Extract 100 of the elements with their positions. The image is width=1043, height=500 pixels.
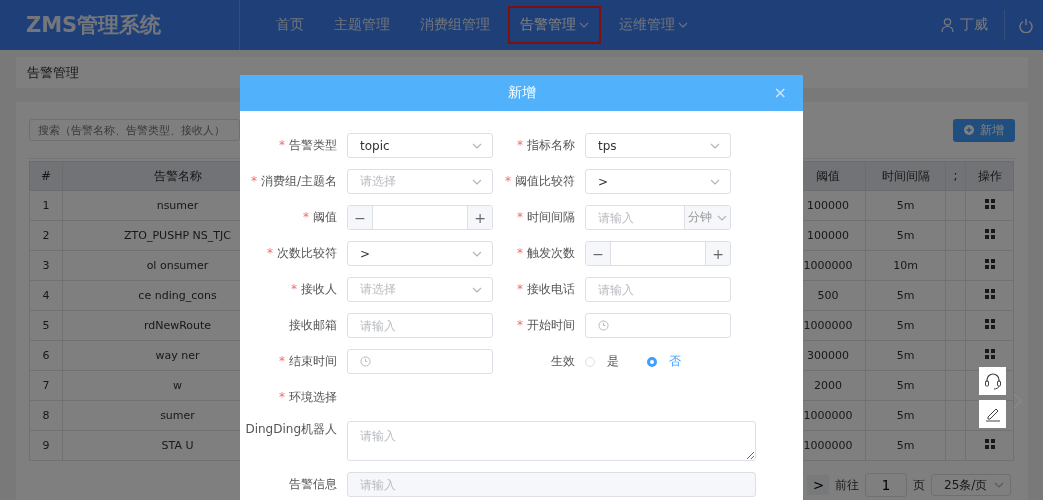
chevron-down-icon — [472, 286, 482, 293]
select-field[interactable]: 请选择 — [347, 277, 493, 302]
required-mark: * — [517, 246, 523, 260]
table-cell: 5m — [865, 280, 946, 311]
required-mark: * — [517, 282, 523, 296]
next-page-button[interactable]: > — [807, 475, 829, 495]
required-mark: * — [279, 354, 285, 368]
close-button[interactable]: × — [773, 83, 787, 102]
chevron-down-icon — [472, 250, 482, 257]
column-header: # — [29, 161, 63, 191]
grid-icon[interactable] — [984, 259, 995, 269]
plus-circle-icon — [964, 125, 974, 135]
interval-field[interactable]: 请输入 分钟 — [585, 205, 731, 230]
user-icon — [941, 18, 954, 32]
clock-icon — [360, 356, 371, 367]
select-field[interactable]: > — [347, 241, 493, 266]
nav-item[interactable]: 告警管理 — [508, 6, 601, 44]
grid-icon[interactable] — [984, 439, 995, 449]
chevron-down-icon — [994, 482, 1004, 488]
table-cell: 6 — [29, 340, 63, 371]
nav-item[interactable]: 消费组管理 — [408, 6, 502, 44]
required-mark: * — [291, 282, 297, 296]
edit-button[interactable] — [979, 400, 1006, 428]
radio-option[interactable]: 否 — [647, 353, 681, 370]
required-mark: * — [517, 318, 523, 332]
column-header: 时间间隔 — [865, 161, 946, 191]
field-label: 时间间隔 — [527, 210, 575, 224]
goto-label: 前往 — [835, 476, 859, 494]
grid-icon[interactable] — [984, 349, 995, 359]
field-label: 生效 — [551, 354, 575, 368]
table-cell: 4 — [29, 280, 63, 311]
select-field[interactable]: > — [585, 169, 731, 194]
clock-icon — [598, 320, 609, 331]
table-cell: 3 — [29, 250, 63, 281]
select-field[interactable]: tps — [585, 133, 731, 158]
table-cell: 1 — [29, 190, 63, 221]
nav-item[interactable]: 首页 — [264, 6, 316, 44]
table-cell: 9 — [29, 430, 63, 461]
required-mark: * — [279, 138, 285, 152]
table-cell: 8 — [29, 400, 63, 431]
page-title: 告警管理 — [27, 63, 79, 82]
required-mark: * — [517, 138, 523, 152]
column-header: 操作 — [965, 161, 1014, 191]
unit-select[interactable]: 分钟 — [684, 206, 730, 229]
grid-icon[interactable] — [984, 289, 995, 299]
select-field[interactable]: 请选择 — [347, 169, 493, 194]
grid-icon[interactable] — [984, 319, 995, 329]
dialog-title: 新增 — [507, 84, 536, 102]
field-label: 阈值 — [313, 210, 337, 224]
table-cell: 5 — [29, 310, 63, 341]
table-cell: 5m — [865, 340, 946, 371]
required-mark: * — [303, 210, 309, 224]
user-name[interactable]: 丁威 — [960, 16, 988, 34]
grid-icon[interactable] — [984, 229, 995, 239]
table-cell: 2 — [29, 220, 63, 251]
field-label: 开始时间 — [527, 318, 575, 332]
table-cell: 5m — [865, 370, 946, 401]
field-label: 触发次数 — [527, 246, 575, 260]
search-field[interactable]: 搜索（告警名称、告警类型、接收人） — [29, 119, 240, 141]
textarea-field[interactable]: 请输入 — [347, 421, 756, 461]
grid-icon[interactable] — [984, 199, 995, 209]
input-field[interactable]: 请输入 — [347, 313, 493, 338]
app-logo: ZMS管理系统 — [0, 0, 240, 50]
support-button[interactable] — [979, 367, 1006, 395]
field-label: 阈值比较符 — [515, 174, 575, 188]
power-icon[interactable] — [1019, 17, 1033, 33]
chevron-down-icon — [717, 214, 728, 221]
table-cell: 5m — [865, 430, 946, 461]
page-input[interactable]: 1 — [865, 473, 907, 497]
radio-option[interactable]: 是 — [585, 353, 619, 370]
pencil-icon — [984, 406, 1001, 422]
chevron-down-icon — [678, 22, 688, 28]
nav-item[interactable]: 运维管理 — [607, 6, 700, 44]
chevron-down-icon — [710, 142, 720, 149]
required-mark: * — [505, 174, 511, 188]
table-cell: 5m — [865, 310, 946, 341]
nav-item[interactable]: 主题管理 — [322, 6, 402, 44]
table-cell: 5m — [865, 400, 946, 431]
required-mark: * — [517, 210, 523, 224]
column-header: ; — [945, 161, 966, 191]
chevron-down-icon — [710, 178, 720, 185]
chevron-down-icon — [579, 22, 589, 28]
chevron-down-icon — [472, 178, 482, 185]
table-cell: 10m — [865, 250, 946, 281]
chevron-down-icon — [472, 142, 482, 149]
field-label: 告警类型 — [289, 138, 337, 152]
required-mark: * — [250, 174, 257, 188]
page-unit-label: 页 — [913, 476, 925, 494]
field-label: 接收电话 — [527, 282, 575, 296]
headset-icon — [983, 372, 1002, 390]
table-cell: 5m — [865, 220, 946, 251]
page-size-select[interactable]: 25条/页 — [931, 474, 1011, 496]
select-field[interactable]: topic — [347, 133, 493, 158]
table-cell: 5m — [865, 190, 946, 221]
input-field[interactable]: 请输入 — [585, 277, 731, 302]
add-button[interactable]: 新增 — [953, 118, 1015, 142]
field-label: 接收人 — [301, 282, 337, 296]
field-label: 告警信息 — [289, 477, 337, 491]
table-cell: 7 — [29, 370, 63, 401]
field-label: 指标名称 — [527, 138, 575, 152]
